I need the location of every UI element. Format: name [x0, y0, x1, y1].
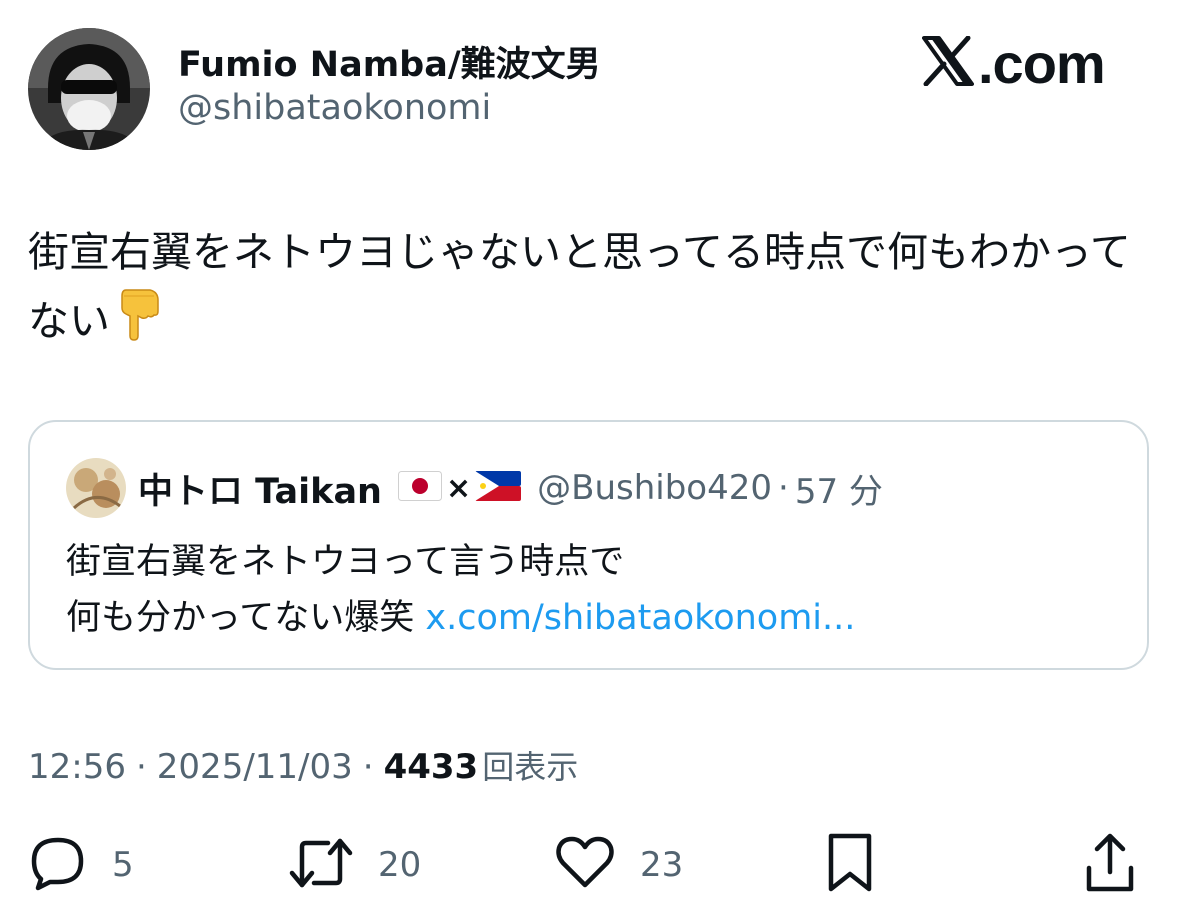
quote-header-separator: · [778, 468, 789, 508]
tweet-text: 街宣右翼をネトウヨじゃないと思ってる時点で何もわかってない [28, 218, 1153, 362]
brand-logo: .com [922, 28, 1106, 98]
quote-author-flags: × [397, 470, 522, 506]
author-name[interactable]: Fumio Namba/難波文男 [178, 36, 601, 87]
brand-text: .com [978, 31, 1106, 95]
japan-flag-icon [397, 471, 442, 505]
tweet-date[interactable]: 2025/11/03 [157, 747, 353, 787]
author-handle[interactable]: @shibataokonomi [178, 88, 491, 128]
tweet-text-content: 街宣右翼をネトウヨじゃないと思ってる時点で何もわかってない [28, 228, 1131, 345]
quote-author-avatar[interactable] [66, 458, 126, 518]
views-count[interactable]: 4433 [384, 747, 479, 787]
quote-text-line-1: 街宣右翼をネトウヨって言う時点で [66, 542, 625, 582]
reply-icon [28, 833, 88, 897]
quote-author-name[interactable]: 中トロ Taikan [138, 463, 382, 514]
reply-count: 5 [112, 845, 134, 885]
reply-button[interactable]: 5 [28, 832, 134, 898]
quote-text: 街宣右翼をネトウヨって言う時点で 何も分かってない爆笑 x.com/shibat… [66, 534, 1106, 646]
action-bar: 5 20 23 [0, 832, 1179, 898]
repost-icon [288, 833, 354, 897]
quote-header: 中トロ Taikan × @Bushibo420 · 57 分 [138, 462, 883, 514]
quote-timestamp[interactable]: 57 分 [795, 464, 883, 513]
share-button[interactable] [1084, 832, 1136, 898]
quote-tweet-card[interactable]: 中トロ Taikan × @Bushibo420 · 57 分 街宣右翼をネトウ… [28, 420, 1149, 670]
like-button[interactable]: 23 [554, 832, 683, 898]
quote-author-handle[interactable]: @Bushibo420 [537, 468, 772, 508]
heart-icon [554, 833, 616, 897]
bookmark-icon [826, 832, 874, 898]
tweet-meta: 12:56 · 2025/11/03 · 4433 回表示 [28, 742, 578, 788]
meta-separator: · [362, 747, 374, 787]
author-avatar[interactable] [28, 28, 150, 150]
like-count: 23 [640, 845, 684, 885]
flags-times-symbol: × [445, 470, 472, 506]
meta-separator: · [135, 747, 147, 787]
tweet-time[interactable]: 12:56 [28, 747, 126, 787]
views-label: 回表示 [482, 748, 579, 786]
repost-button[interactable]: 20 [288, 832, 421, 898]
quote-text-line-2: 何も分かってない爆笑 [66, 598, 415, 638]
repost-count: 20 [378, 845, 422, 885]
x-logo-icon [922, 35, 974, 90]
pointing-down-emoji-icon [116, 286, 162, 362]
philippines-flag-icon [475, 471, 522, 505]
share-icon [1084, 832, 1136, 898]
quote-link[interactable]: x.com/shibataokonomi... [425, 598, 855, 638]
bookmark-button[interactable] [826, 832, 874, 898]
